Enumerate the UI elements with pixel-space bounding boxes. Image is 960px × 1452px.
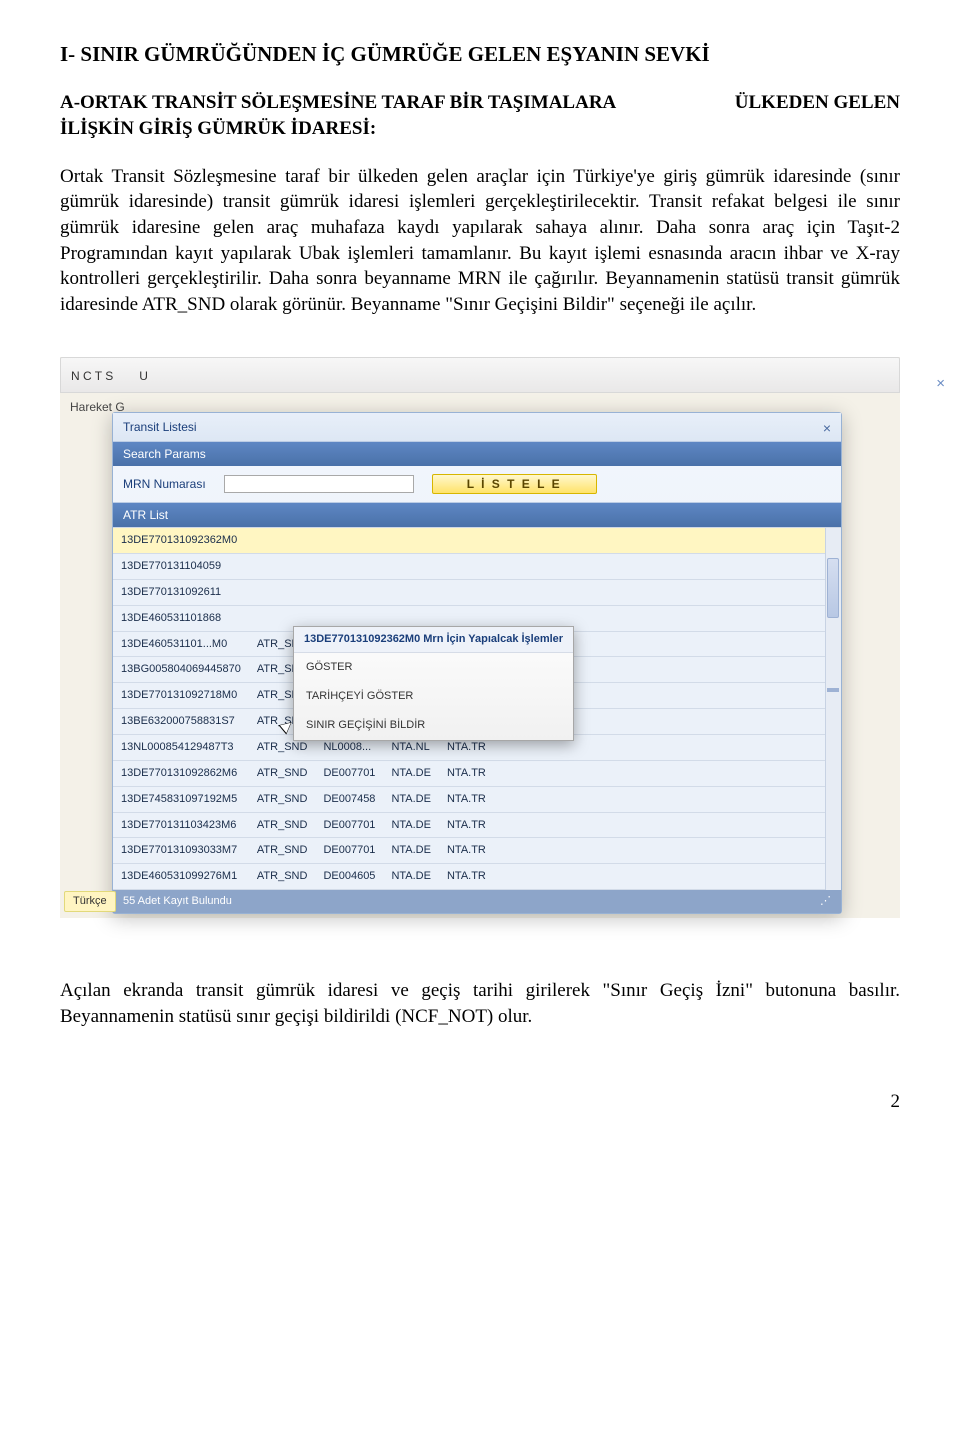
table-cell: ATR_SND xyxy=(249,786,316,812)
table-cell xyxy=(315,554,383,580)
table-cell: 13DE770131092718M0 xyxy=(113,683,249,709)
table-cell: NTA.DE xyxy=(383,760,439,786)
table-cell: 13DE745831097192M5 xyxy=(113,786,249,812)
table-cell: ATR_SND xyxy=(249,864,316,890)
grid-scrollbar[interactable] xyxy=(825,528,841,890)
table-cell xyxy=(494,554,841,580)
table-row[interactable]: 13DE770131104059 xyxy=(113,554,841,580)
subheading-right: ÜLKEDEN GELEN xyxy=(735,90,900,141)
table-cell xyxy=(383,579,439,605)
page-number: 2 xyxy=(60,1089,900,1115)
body-paragraph-2: Açılan ekranda transit gümrük idaresi ve… xyxy=(60,978,900,1029)
table-cell xyxy=(494,760,841,786)
table-cell xyxy=(249,554,316,580)
table-cell: 13DE460531101...M0 xyxy=(113,631,249,657)
table-cell xyxy=(315,528,383,553)
modal-close-icon[interactable]: × xyxy=(823,419,831,438)
table-cell: NTA.DE xyxy=(383,786,439,812)
table-cell: NTA.TR xyxy=(439,838,494,864)
table-cell xyxy=(383,528,439,553)
body-paragraph-1: Ortak Transit Sözleşmesine taraf bir ülk… xyxy=(60,164,900,318)
table-cell: 13DE770131092362M0 xyxy=(113,528,249,553)
atr-list-header: ATR List xyxy=(113,503,841,527)
table-cell: 13NL000854129487T3 xyxy=(113,734,249,760)
subheading-row: A-ORTAK TRANSİT SÖLEŞMESİNE TARAF BİR TA… xyxy=(60,90,900,141)
transit-list-modal: Transit Listesi × Search Params MRN Numa… xyxy=(112,412,842,914)
atr-grid: 13DE770131092362M013DE77013110405913DE77… xyxy=(113,527,841,890)
table-cell xyxy=(249,528,316,553)
page-heading: I- SINIR GÜMRÜĞÜNDEN İÇ GÜMRÜĞE GELEN EŞ… xyxy=(60,40,900,68)
table-row[interactable]: 13DE745831097192M5ATR_SNDDE007458NTA.DEN… xyxy=(113,786,841,812)
table-row[interactable]: 13DE770131092362M0 xyxy=(113,528,841,553)
table-cell: NTA.DE xyxy=(383,838,439,864)
context-menu-title: 13DE770131092362M0 Mrn İçin Yapıalcak İş… xyxy=(294,627,573,653)
table-cell: NTA.TR xyxy=(439,786,494,812)
scrollbar-marker xyxy=(827,688,839,692)
ctx-item-sinir-gecisi[interactable]: SINIR GEÇİŞİNİ BİLDİR xyxy=(294,711,573,740)
table-cell: 13DE770131103423M6 xyxy=(113,812,249,838)
table-cell: DE007701 xyxy=(315,838,383,864)
table-cell: DE004605 xyxy=(315,864,383,890)
context-menu: 13DE770131092362M0 Mrn İçin Yapıalcak İş… xyxy=(293,626,574,740)
table-cell: 13DE770131092611 xyxy=(113,579,249,605)
resize-grip-icon[interactable]: ⋰ xyxy=(820,894,831,909)
table-cell xyxy=(439,554,494,580)
table-cell xyxy=(494,528,841,553)
table-cell: NTA.DE xyxy=(383,864,439,890)
close-icon[interactable]: × xyxy=(936,374,945,394)
table-cell: DE007701 xyxy=(315,812,383,838)
ctx-item-goster[interactable]: GÖSTER xyxy=(294,653,573,682)
table-cell: 13BG005804069445870 xyxy=(113,657,249,683)
table-cell: 13DE460531099276M1 xyxy=(113,864,249,890)
table-cell: DE007458 xyxy=(315,786,383,812)
table-cell: 13DE770131093033M7 xyxy=(113,838,249,864)
table-cell: 13DE460531101868 xyxy=(113,605,249,631)
table-cell: 13BE632000758831S7 xyxy=(113,709,249,735)
language-label: Türkçe xyxy=(73,895,107,907)
table-cell: NTA.TR xyxy=(439,864,494,890)
language-chip[interactable]: Türkçe xyxy=(64,891,116,912)
table-cell xyxy=(494,838,841,864)
table-cell xyxy=(439,579,494,605)
subheading-left: A-ORTAK TRANSİT SÖLEŞMESİNE TARAF BİR TA… xyxy=(60,90,670,141)
table-cell: ATR_SND xyxy=(249,812,316,838)
table-row[interactable]: 13DE770131103423M6ATR_SNDDE007701NTA.DEN… xyxy=(113,812,841,838)
table-cell: DE007701 xyxy=(315,760,383,786)
table-cell: ATR_SND xyxy=(249,838,316,864)
table-row[interactable]: 13DE460531099276M1ATR_SNDDE004605NTA.DEN… xyxy=(113,864,841,890)
table-cell xyxy=(494,579,841,605)
grid-footer: 55 Adet Kayıt Bulundu ⋰ xyxy=(113,890,841,913)
background-window-tabbar: N C T S U × xyxy=(60,357,900,393)
table-cell: NTA.TR xyxy=(439,812,494,838)
table-cell xyxy=(249,579,316,605)
table-cell xyxy=(494,812,841,838)
table-row[interactable]: 13DE770131093033M7ATR_SNDDE007701NTA.DEN… xyxy=(113,838,841,864)
modal-title: Transit Listesi xyxy=(113,413,841,442)
table-cell: ATR_SND xyxy=(249,760,316,786)
record-count-label: 55 Adet Kayıt Bulundu xyxy=(123,894,232,909)
scrollbar-thumb[interactable] xyxy=(827,558,839,618)
table-cell: NTA.TR xyxy=(439,760,494,786)
table-cell xyxy=(494,786,841,812)
table-cell xyxy=(383,554,439,580)
embedded-screenshot: N C T S U × Hareket G Transit Listesi × … xyxy=(60,357,900,917)
search-params-header: Search Params xyxy=(113,442,841,466)
bg-tab-u[interactable]: U xyxy=(139,368,148,386)
table-row[interactable]: 13DE770131092611 xyxy=(113,579,841,605)
table-cell: 13DE770131104059 xyxy=(113,554,249,580)
listele-button[interactable]: L İ S T E L E xyxy=(432,474,597,494)
bg-tab-ncts[interactable]: N C T S xyxy=(71,368,113,386)
table-row[interactable]: 13DE770131092862M6ATR_SNDDE007701NTA.DEN… xyxy=(113,760,841,786)
ctx-item-tarihce[interactable]: TARİHÇEYİ GÖSTER xyxy=(294,682,573,711)
mrn-label: MRN Numarası xyxy=(123,476,206,492)
mrn-input[interactable] xyxy=(224,475,414,493)
table-cell: 13DE770131092862M6 xyxy=(113,760,249,786)
table-cell: NTA.DE xyxy=(383,812,439,838)
table-cell xyxy=(439,528,494,553)
search-row: MRN Numarası L İ S T E L E xyxy=(113,466,841,503)
table-cell xyxy=(315,579,383,605)
table-cell xyxy=(494,864,841,890)
